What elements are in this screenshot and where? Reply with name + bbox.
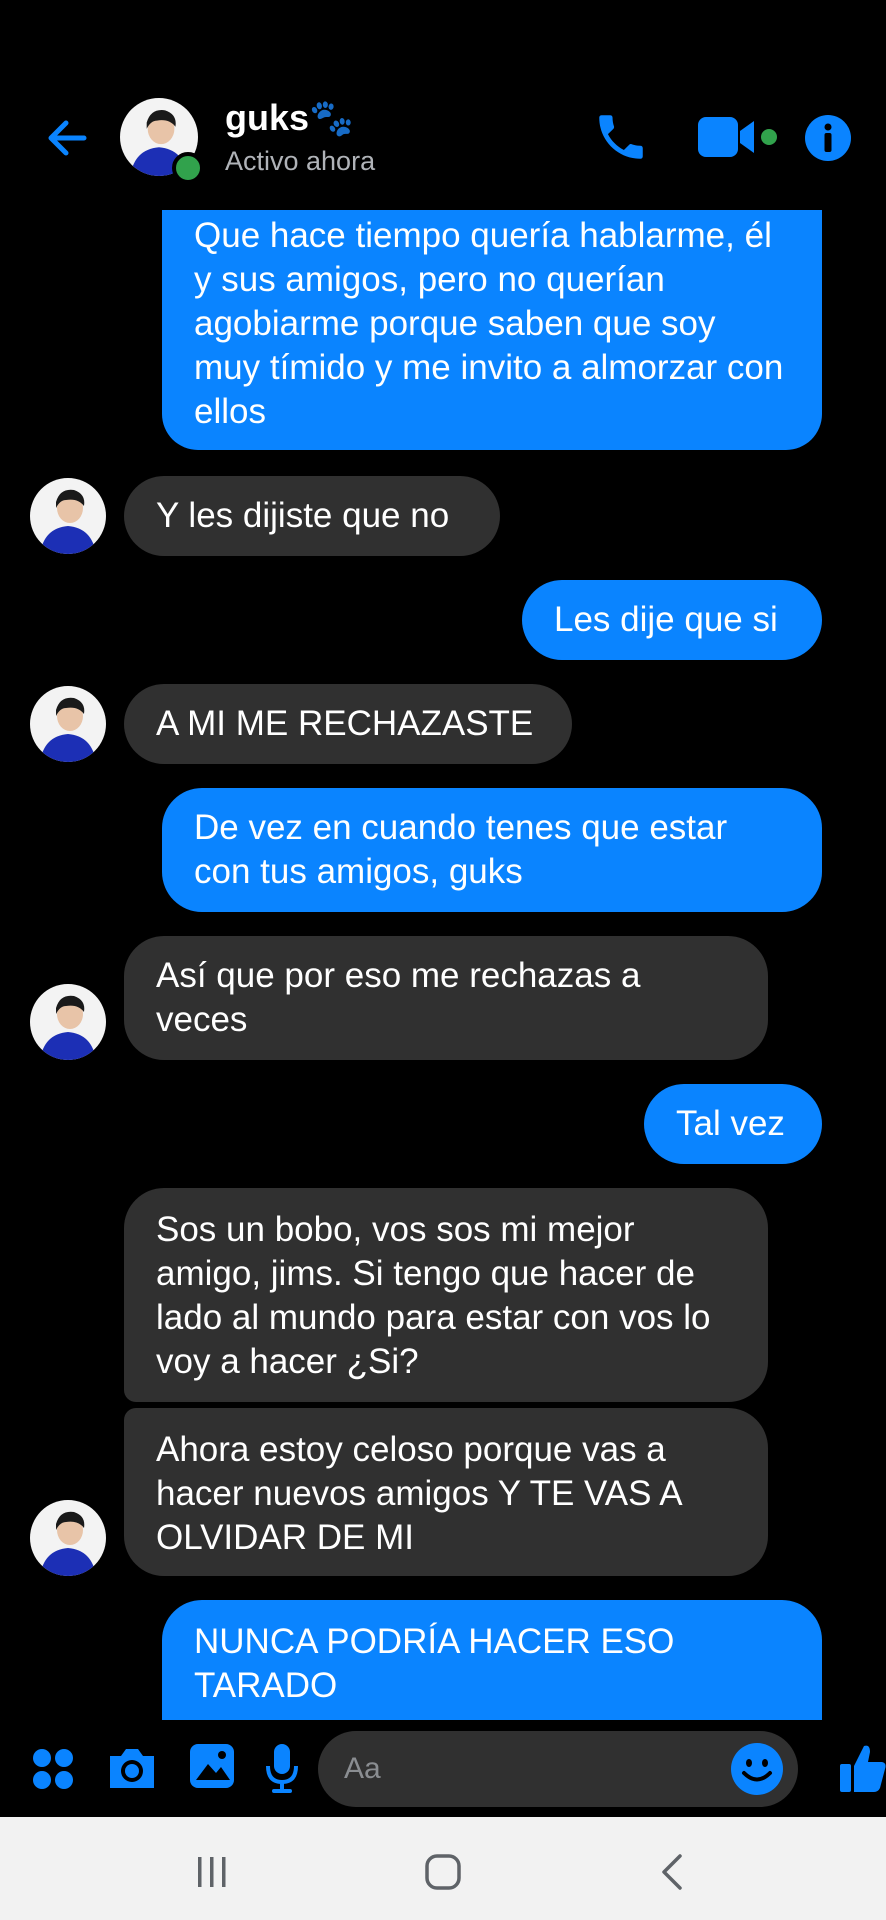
video-camera-icon[interactable] [696,113,780,161]
message-bubble-incoming[interactable]: Ahora estoy celoso porque vas a hacer nu… [124,1408,768,1576]
emoji-icon[interactable] [730,1742,784,1796]
avatar-photo [30,478,106,554]
avatar-photo [30,984,106,1060]
avatar-photo [30,686,106,762]
message-bubble-incoming[interactable]: Y les dijiste que no [124,476,500,556]
chat-header: guks🐾 Activo ahora [0,0,886,210]
gallery-icon[interactable] [188,1742,236,1790]
active-status: Activo ahora [225,146,376,176]
microphone-icon[interactable] [264,1742,300,1796]
camera-icon[interactable] [106,1744,158,1792]
contact-avatar [30,478,106,554]
back-arrow-icon[interactable] [40,110,96,166]
contact-avatar [30,1500,106,1576]
back-nav-icon[interactable] [660,1853,684,1891]
message-bubble-outgoing[interactable]: Que hace tiempo quería hablarme, él y su… [162,196,822,450]
message-bubble-outgoing[interactable]: NUNCA PODRÍA HACER ESO TARADO [162,1600,822,1720]
message-bubble-incoming[interactable]: A MI ME RECHAZASTE [124,684,572,764]
contact-avatar [30,686,106,762]
message-bubble-incoming[interactable]: Sos un bobo, vos sos mi mejor amigo, jim… [124,1188,768,1402]
info-icon[interactable] [804,114,852,162]
system-navigation-bar [0,1817,886,1920]
message-bubble-outgoing[interactable]: Les dije que si [522,580,822,660]
message-input-placeholder: Aa [344,1752,381,1785]
online-indicator [172,152,204,184]
thumbs-up-icon[interactable] [840,1742,886,1794]
recents-icon[interactable] [196,1855,228,1889]
contact-name[interactable]: guks🐾 [225,97,354,139]
avatar-photo [30,1500,106,1576]
message-bubble-incoming[interactable]: Así que por eso me rechazas a veces [124,936,768,1060]
home-icon[interactable] [424,1853,462,1891]
message-bubble-outgoing[interactable]: De vez en cuando tenes que estar con tus… [162,788,822,912]
contact-avatar [30,984,106,1060]
message-input[interactable]: Aa [318,1731,798,1807]
apps-icon[interactable] [32,1748,74,1790]
phone-icon[interactable] [592,108,650,166]
message-bubble-outgoing[interactable]: Tal vez [644,1084,822,1164]
